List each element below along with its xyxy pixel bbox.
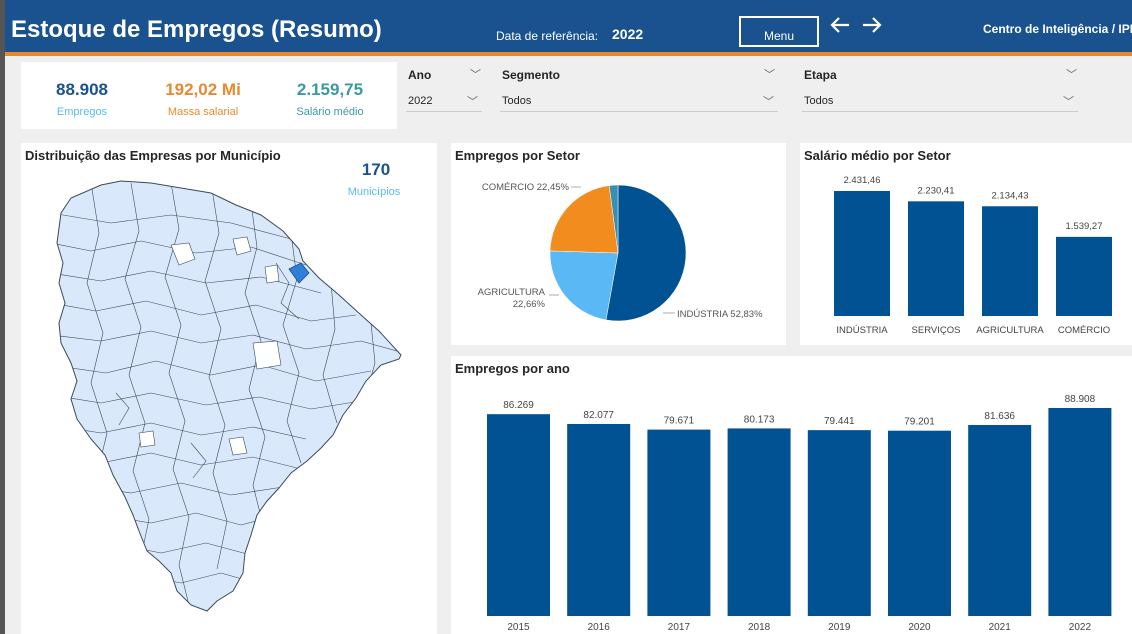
bar-category-label: 2022 — [1069, 622, 1092, 633]
filter-etapa-value: Todos — [804, 95, 834, 107]
filter-segmento-label: Segmento — [502, 68, 561, 82]
bar-value-label: 2.134,43 — [992, 190, 1029, 201]
bar-2020[interactable] — [888, 430, 951, 616]
bar-category-label: INDÚSTRIA — [836, 325, 888, 336]
bar-value-label: 88.908 — [1065, 394, 1096, 405]
bar-value-label: 86.269 — [503, 400, 534, 411]
bar-2015[interactable] — [487, 414, 550, 616]
header-bar: Estoque de Empregos (Resumo) Data de ref… — [5, 0, 1132, 56]
bar-value-label: 80.173 — [744, 414, 775, 425]
pie-chart[interactable]: INDÚSTRIA 52,83% AGRICULTURA22,66% COMÉRCI… — [451, 143, 786, 345]
filter-segmento-value: Todos — [502, 95, 532, 107]
pie-label: INDÚSTRIA 52,83% — [677, 309, 763, 320]
bar-serviços[interactable] — [908, 201, 964, 316]
bar-value-label: 2.431,46 — [844, 175, 881, 186]
kpi-avg-salary-value: 2.159,75 — [296, 80, 364, 99]
year-bar-chart[interactable]: 86.269 2015 82.077 2016 79.671 2017 80.173 2018… — [451, 356, 1132, 634]
kpi-card: 88.908 Empregos 192,02 Mi Massa salarial… — [21, 62, 397, 129]
bar-2017[interactable] — [647, 429, 711, 616]
chevron-down-icon[interactable]: ﹀ — [470, 66, 481, 82]
pie-slice-agricultura[interactable] — [549, 250, 619, 321]
chevron-down-icon[interactable]: ﹀ — [764, 66, 775, 82]
pie-label: 22,66% — [513, 299, 546, 310]
bar-category-label: 2015 — [507, 622, 530, 633]
bar-value-label: 1.539,27 — [1066, 221, 1103, 232]
bar-category-label: 2018 — [748, 622, 771, 633]
kpi-employees-label: Empregos — [56, 106, 108, 118]
ceara-map[interactable] — [21, 143, 437, 634]
salary-bar-chart[interactable]: 2.431,46 INDÚSTRIA 2.230,41 SERVIÇOS 2.134,4… — [800, 143, 1132, 345]
pie-label: AGRICULTURA — [478, 287, 546, 298]
filter-ano-value: 2022 — [408, 95, 433, 107]
kpi-employees-value: 88.908 — [56, 80, 108, 99]
back-arrow-icon[interactable] — [829, 14, 851, 43]
bar-value-label: 82.077 — [583, 410, 614, 421]
bar-2019[interactable] — [807, 430, 871, 616]
bar-category-label: 2016 — [588, 622, 611, 633]
bar-comércio[interactable] — [1056, 236, 1112, 316]
bar-value-label: 2.230,41 — [918, 185, 955, 196]
bar-2016[interactable] — [567, 423, 631, 616]
bar-indústria[interactable] — [834, 191, 890, 316]
page-title: Estoque de Empregos (Resumo) — [11, 16, 382, 43]
window-frame — [0, 0, 5, 634]
institution-name: Centro de Inteligência / IPDC — [983, 22, 1132, 36]
salary-card: Salário médio por Setor 2.431,46 INDÚSTRI… — [800, 143, 1132, 345]
pie-card: Empregos por Setor INDÚSTRIA 52,83% AGRIC… — [451, 143, 786, 345]
bar-category-label: 2017 — [668, 622, 691, 633]
kpi-avg-salary-label: Salário médio — [296, 106, 364, 118]
map-card: Distribuição das Empresas por Município … — [21, 143, 437, 634]
menu-button[interactable]: Menu — [739, 16, 819, 47]
bar-2018[interactable] — [727, 428, 791, 616]
bar-value-label: 81.636 — [984, 411, 1015, 422]
bar-category-label: 2019 — [828, 622, 851, 633]
reference-date-value: 2022 — [612, 26, 644, 42]
chevron-down-icon: ﹀ — [763, 96, 774, 108]
pie-label: COMÉRCIO 22,45% — [482, 182, 570, 193]
bar-2022[interactable] — [1048, 408, 1112, 616]
pie-slice-comércio[interactable] — [549, 185, 619, 254]
kpi-payroll-value: 192,02 Mi — [165, 80, 241, 99]
kpi-payroll-label: Massa salarial — [167, 106, 239, 118]
bar-value-label: 79.441 — [824, 416, 855, 427]
filter-segmento-select[interactable]: Todos ﹀ — [500, 90, 778, 112]
bar-category-label: 2020 — [908, 622, 931, 633]
filter-etapa-select[interactable]: Todos ﹀ — [802, 90, 1078, 112]
filter-etapa-label: Etapa — [804, 68, 837, 82]
chevron-down-icon: ﹀ — [1063, 96, 1074, 108]
forward-arrow-icon[interactable] — [861, 14, 883, 43]
chevron-down-icon[interactable]: ﹀ — [1066, 66, 1077, 82]
chevron-down-icon: ﹀ — [467, 96, 478, 108]
bar-category-label: 2021 — [989, 622, 1012, 633]
bar-value-label: 79.671 — [664, 416, 695, 427]
bar-category-label: COMÉRCIO — [1058, 325, 1110, 336]
reference-date-label: Data de referência: — [496, 29, 599, 43]
filter-ano-label: Ano — [408, 68, 432, 82]
bar-value-label: 79.201 — [904, 417, 935, 428]
bar-2021[interactable] — [968, 425, 1032, 616]
filter-ano-select[interactable]: 2022 ﹀ — [406, 90, 482, 112]
bar-category-label: AGRICULTURA — [976, 325, 1044, 336]
bar-agricultura[interactable] — [982, 206, 1038, 316]
year-card: Empregos por ano 86.269 2015 82.077 2016 79.… — [451, 356, 1132, 634]
bar-category-label: SERVIÇOS — [912, 325, 961, 336]
